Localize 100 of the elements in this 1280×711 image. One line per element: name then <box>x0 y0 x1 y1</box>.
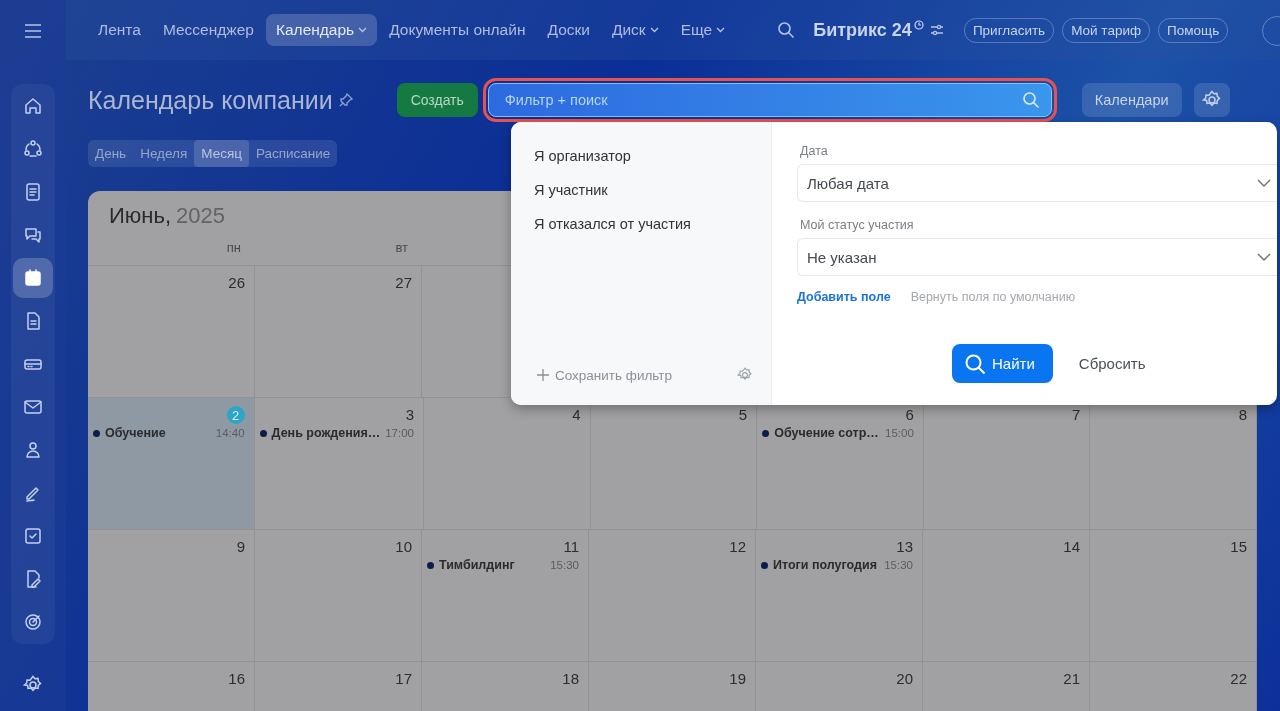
day-cell[interactable]: 10 <box>255 530 422 661</box>
dropdown-field[interactable]: Любая дата <box>797 164 1277 202</box>
view-tab[interactable]: Неделя <box>133 140 195 167</box>
nav-tab[interactable]: Документы онлайн <box>379 14 536 46</box>
nav-tab[interactable]: Доски <box>537 14 600 46</box>
today-badge: 2 <box>226 406 245 424</box>
day-number: 17 <box>395 670 412 689</box>
nav-tab[interactable]: Еще <box>670 14 736 46</box>
sliders-icon[interactable] <box>929 24 944 36</box>
view-tab[interactable]: День <box>88 140 134 167</box>
day-number: 9 <box>236 538 245 557</box>
search-icon[interactable] <box>777 21 796 39</box>
day-cell[interactable]: 22 <box>1090 662 1257 711</box>
calendars-button[interactable]: Календари <box>1081 83 1182 117</box>
day-number: 15 <box>1230 538 1247 557</box>
pin-icon[interactable] <box>338 93 353 107</box>
day-number: 18 <box>562 670 579 689</box>
day-cell[interactable]: 12 <box>589 530 756 661</box>
event-title[interactable]: Обучение <box>105 426 166 440</box>
header-button[interactable]: Помощь <box>1158 17 1229 43</box>
filter-preset[interactable]: Я организатор <box>534 148 631 164</box>
day-number: 13 <box>896 538 913 557</box>
day-cell[interactable]: 15 <box>1090 530 1257 661</box>
filter-preset[interactable]: Я участник <box>534 182 608 198</box>
day-cell[interactable]: 18 <box>422 662 589 711</box>
mail-icon <box>23 397 43 417</box>
day-cell[interactable]: 21 <box>923 662 1090 711</box>
day-number: 14 <box>1063 538 1080 557</box>
save-filter-button[interactable]: Сохранить фильтр <box>537 367 673 383</box>
day-number: 26 <box>228 274 245 293</box>
home-icon <box>23 96 43 116</box>
page-title: Календарь компании <box>88 85 333 115</box>
chat-icon <box>23 225 43 245</box>
view-tab[interactable]: Расписание <box>248 140 338 167</box>
day-number: 7 <box>1072 406 1081 425</box>
day-number: 3 <box>405 406 414 425</box>
day-cell[interactable]: 13 Итоги полугодия 15:30 <box>756 530 923 661</box>
month-label: Июнь, <box>109 203 172 228</box>
weekday-label: пн <box>226 239 241 255</box>
day-cell[interactable]: 19 <box>589 662 756 711</box>
header-button[interactable]: Пригласить <box>963 17 1055 43</box>
header-button[interactable]: Мой тариф <box>1062 17 1151 43</box>
day-number: 11 <box>563 538 579 557</box>
event-title[interactable]: День рождения… <box>271 426 381 440</box>
event-time: 14:40 <box>215 427 245 439</box>
filter-preset[interactable]: Я отказался от участия <box>534 216 691 232</box>
day-number: 19 <box>729 670 746 689</box>
day-cell[interactable]: 14 <box>923 530 1090 661</box>
list-icon <box>23 182 43 202</box>
menu-icon[interactable] <box>24 24 42 38</box>
event-time: 17:00 <box>385 427 414 439</box>
day-number: 21 <box>1063 670 1080 689</box>
day-cell[interactable]: 11 Тимбилдинг 15:30 <box>422 530 589 661</box>
field-label: Дата <box>800 144 829 158</box>
day-number: 22 <box>1230 670 1247 689</box>
create-button[interactable]: Создать <box>396 83 478 117</box>
day-cell[interactable]: 3 День рождения… 17:00 <box>254 398 424 529</box>
day-number: 16 <box>228 670 245 689</box>
day-number: 27 <box>395 274 412 293</box>
nav-tab[interactable]: Лента <box>88 14 151 46</box>
search-icon[interactable] <box>1021 91 1040 109</box>
calendar-icon <box>23 268 43 288</box>
day-number: 6 <box>905 406 914 425</box>
event-title[interactable]: Тимбилдинг <box>439 558 515 572</box>
event-title[interactable]: Обучение сотр… <box>774 426 879 440</box>
day-number: 20 <box>896 670 913 689</box>
day-number: 8 <box>1238 406 1247 425</box>
nav-tab[interactable]: Диск <box>601 14 669 46</box>
year-label: 2025 <box>176 203 225 228</box>
event-time: 15:30 <box>550 559 579 571</box>
day-number: 5 <box>738 406 748 425</box>
day-number: 10 <box>395 538 412 557</box>
sidebar-button[interactable] <box>13 258 53 298</box>
settings-button[interactable] <box>1193 83 1230 117</box>
view-tab[interactable]: Месяц <box>194 140 249 167</box>
day-cell[interactable]: 20 <box>756 662 923 711</box>
people-icon <box>23 440 43 460</box>
logo-text: Битрикс 24 <box>813 19 912 41</box>
day-cell[interactable]: 2 Обучение 14:40 <box>88 398 255 529</box>
add-field-link[interactable]: Добавить поле <box>797 290 891 304</box>
chevron-down-icon <box>1257 253 1271 261</box>
day-cell[interactable]: 9 <box>88 530 255 661</box>
day-cell[interactable]: 26 <box>88 266 255 397</box>
checkbox-icon <box>23 526 43 546</box>
event-title[interactable]: Итоги полугодия <box>773 558 877 572</box>
day-cell[interactable]: 16 <box>88 662 255 711</box>
target-icon <box>23 612 43 632</box>
nodes-icon <box>23 139 43 159</box>
nav-tab[interactable]: Календарь <box>265 14 378 46</box>
event-time: 15:00 <box>885 427 914 439</box>
reset-button[interactable]: Сбросить <box>1078 355 1146 372</box>
weekday-label: вт <box>395 239 408 255</box>
field-label: Мой статус участия <box>800 218 915 232</box>
day-cell[interactable]: 27 <box>255 266 422 397</box>
nav-tab[interactable]: Мессенджер <box>152 14 264 46</box>
dropdown-field[interactable]: Не указан <box>797 238 1277 276</box>
day-cell[interactable]: 17 <box>255 662 422 711</box>
day-number: 12 <box>729 538 746 557</box>
find-button[interactable]: Найти <box>952 344 1053 383</box>
search-icon <box>964 352 986 375</box>
